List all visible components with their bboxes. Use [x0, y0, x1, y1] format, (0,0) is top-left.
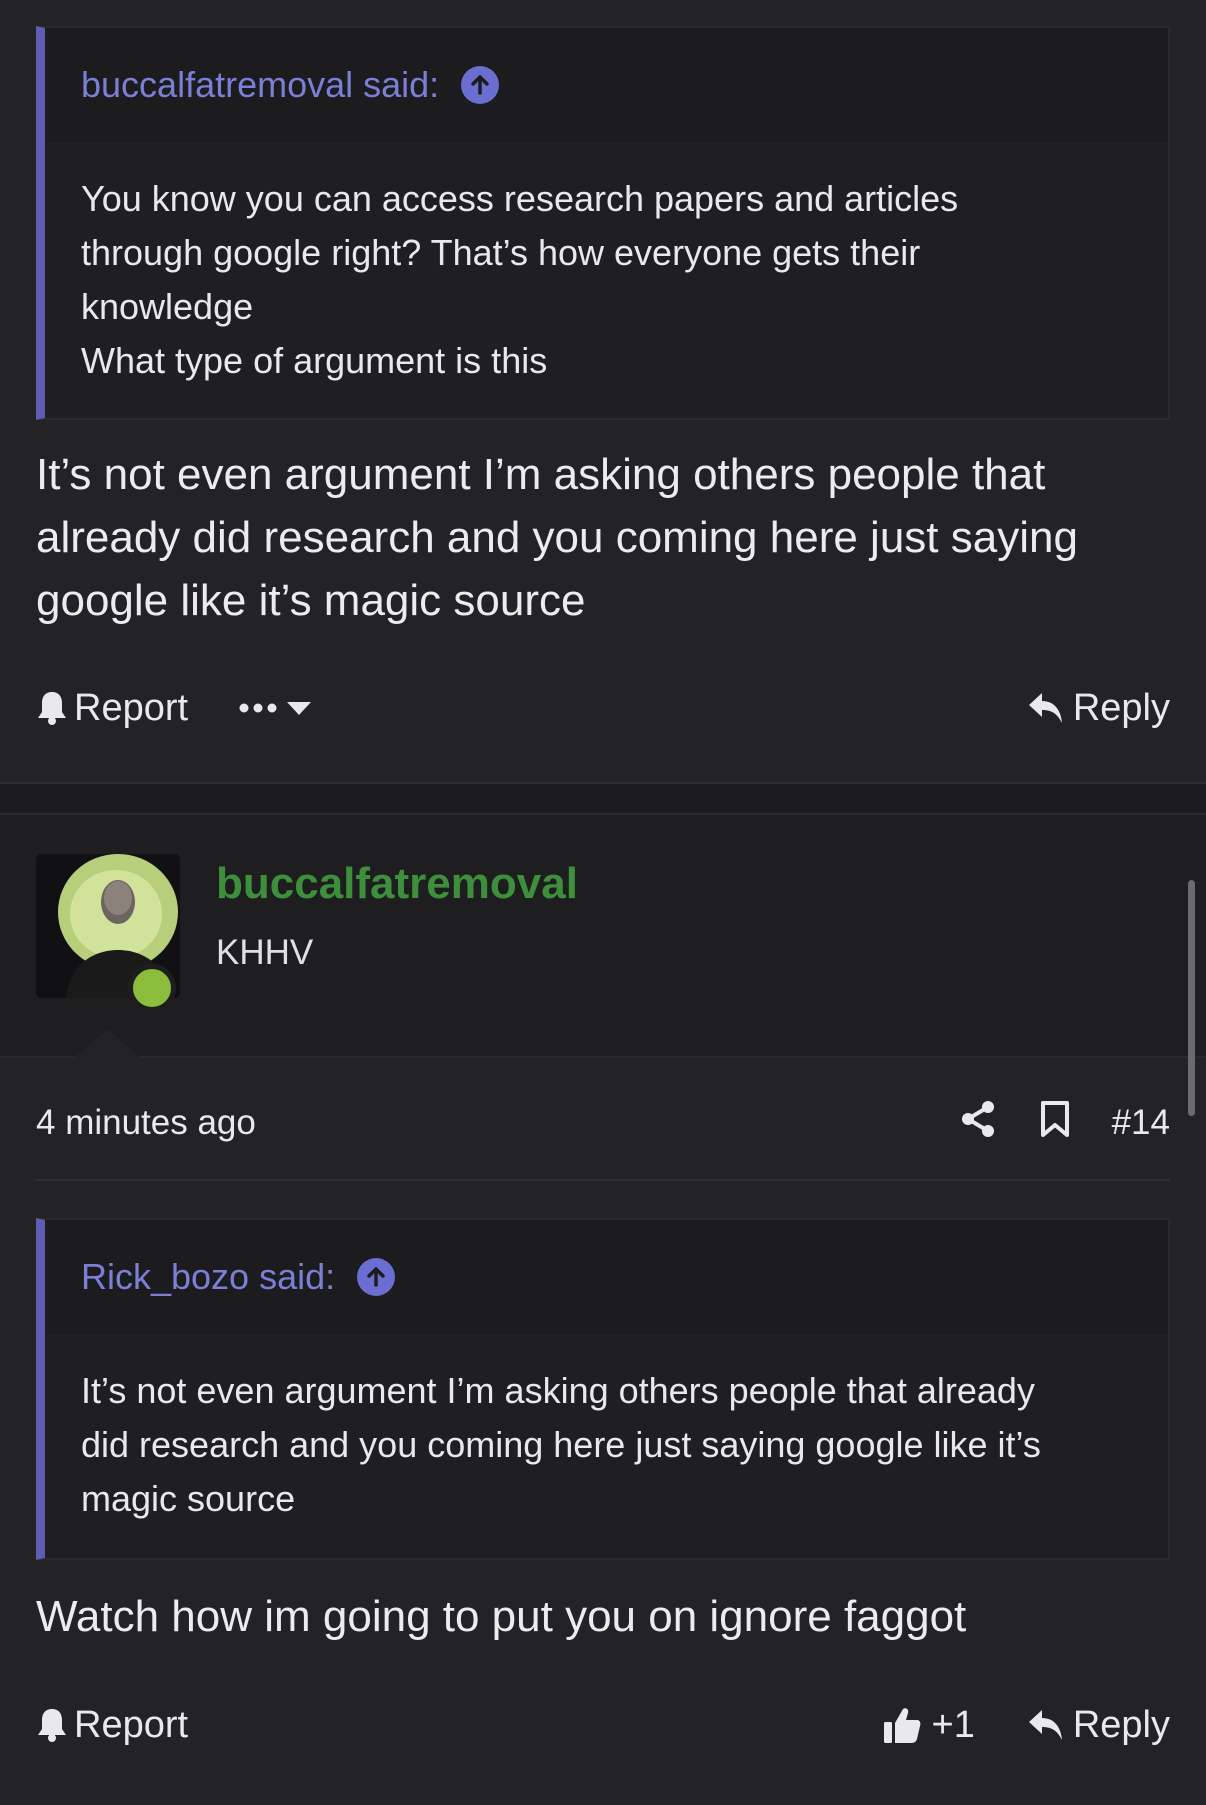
quote-block: buccalfatremoval said: You know you can … [36, 26, 1170, 420]
message-line: google like it’s magic source [36, 576, 586, 625]
report-label: Report [74, 686, 189, 729]
chevron-down-icon [286, 700, 312, 716]
reply-button[interactable]: Reply [1027, 1704, 1170, 1747]
message-line: already did research and you coming here… [36, 513, 1078, 562]
reply-button[interactable]: Reply [1027, 687, 1170, 730]
ellipsis-icon [238, 702, 278, 714]
post-message: It’s not even argument I’m asking others… [36, 443, 1176, 632]
quote-line: It’s not even argument I’m asking others… [81, 1370, 1035, 1411]
post-message: Watch how im going to put you on ignore … [36, 1585, 1176, 1648]
post-actions: Report Reply [36, 680, 1170, 736]
post-1: buccalfatremoval said: You know you can … [0, 0, 1206, 782]
quote-line: did research and you coming here just sa… [81, 1424, 1041, 1465]
bell-icon [36, 690, 68, 726]
bell-icon [36, 1707, 68, 1743]
scrollbar[interactable] [1188, 880, 1195, 1116]
post-14: buccalfatremoval KHHV 4 minutes ago #14 … [0, 815, 1206, 1805]
quote-text: It’s not even argument I’m asking others… [45, 1334, 1168, 1550]
username[interactable]: buccalfatremoval [216, 859, 578, 909]
more-options-button[interactable] [238, 700, 312, 716]
post-time[interactable]: 4 minutes ago [36, 1103, 256, 1143]
report-button[interactable]: Report [36, 687, 188, 730]
online-status-indicator [128, 964, 176, 1012]
report-button[interactable]: Report [36, 1704, 188, 1747]
share-icon[interactable] [960, 1100, 996, 1147]
quote-line: through google right? That’s how everyon… [81, 232, 921, 273]
quote-header[interactable]: buccalfatremoval said: [45, 28, 1168, 142]
quote-line: magic source [81, 1478, 296, 1519]
post-number[interactable]: #14 [1112, 1103, 1170, 1143]
quote-author[interactable]: buccalfatremoval said: [81, 64, 439, 106]
bookmark-icon[interactable] [1040, 1100, 1070, 1147]
like-count: +1 [931, 1703, 975, 1746]
user-header: buccalfatremoval KHHV [0, 815, 1206, 1059]
quote-header[interactable]: Rick_bozo said: [45, 1220, 1168, 1334]
quote-text: You know you can access research papers … [45, 142, 1168, 412]
divider [36, 1179, 1170, 1181]
reply-icon [1027, 691, 1065, 725]
report-label: Report [74, 1703, 189, 1746]
quote-block: Rick_bozo said: It’s not even argument I… [36, 1218, 1170, 1560]
caret-pointer [72, 1029, 142, 1059]
quote-author[interactable]: Rick_bozo said: [81, 1256, 335, 1298]
reply-icon [1027, 1708, 1065, 1742]
quote-line: knowledge [81, 286, 254, 327]
post-meta: 4 minutes ago #14 [36, 1095, 1170, 1151]
message-line: Watch how im going to put you on ignore … [36, 1592, 967, 1641]
thumbs-up-icon [882, 1705, 922, 1745]
post-separator [0, 782, 1206, 815]
quote-line: What type of argument is this [81, 340, 548, 381]
like-button[interactable]: +1 [882, 1704, 975, 1747]
arrow-up-circle-icon[interactable] [461, 66, 500, 104]
reply-label: Reply [1072, 1703, 1170, 1746]
arrow-up-circle-icon[interactable] [357, 1258, 396, 1296]
reply-label: Reply [1072, 686, 1170, 729]
post-actions: Report +1 Reply [36, 1697, 1170, 1753]
user-title: KHHV [216, 933, 314, 972]
quote-line: You know you can access research papers … [81, 178, 959, 219]
message-line: It’s not even argument I’m asking others… [36, 450, 1046, 499]
